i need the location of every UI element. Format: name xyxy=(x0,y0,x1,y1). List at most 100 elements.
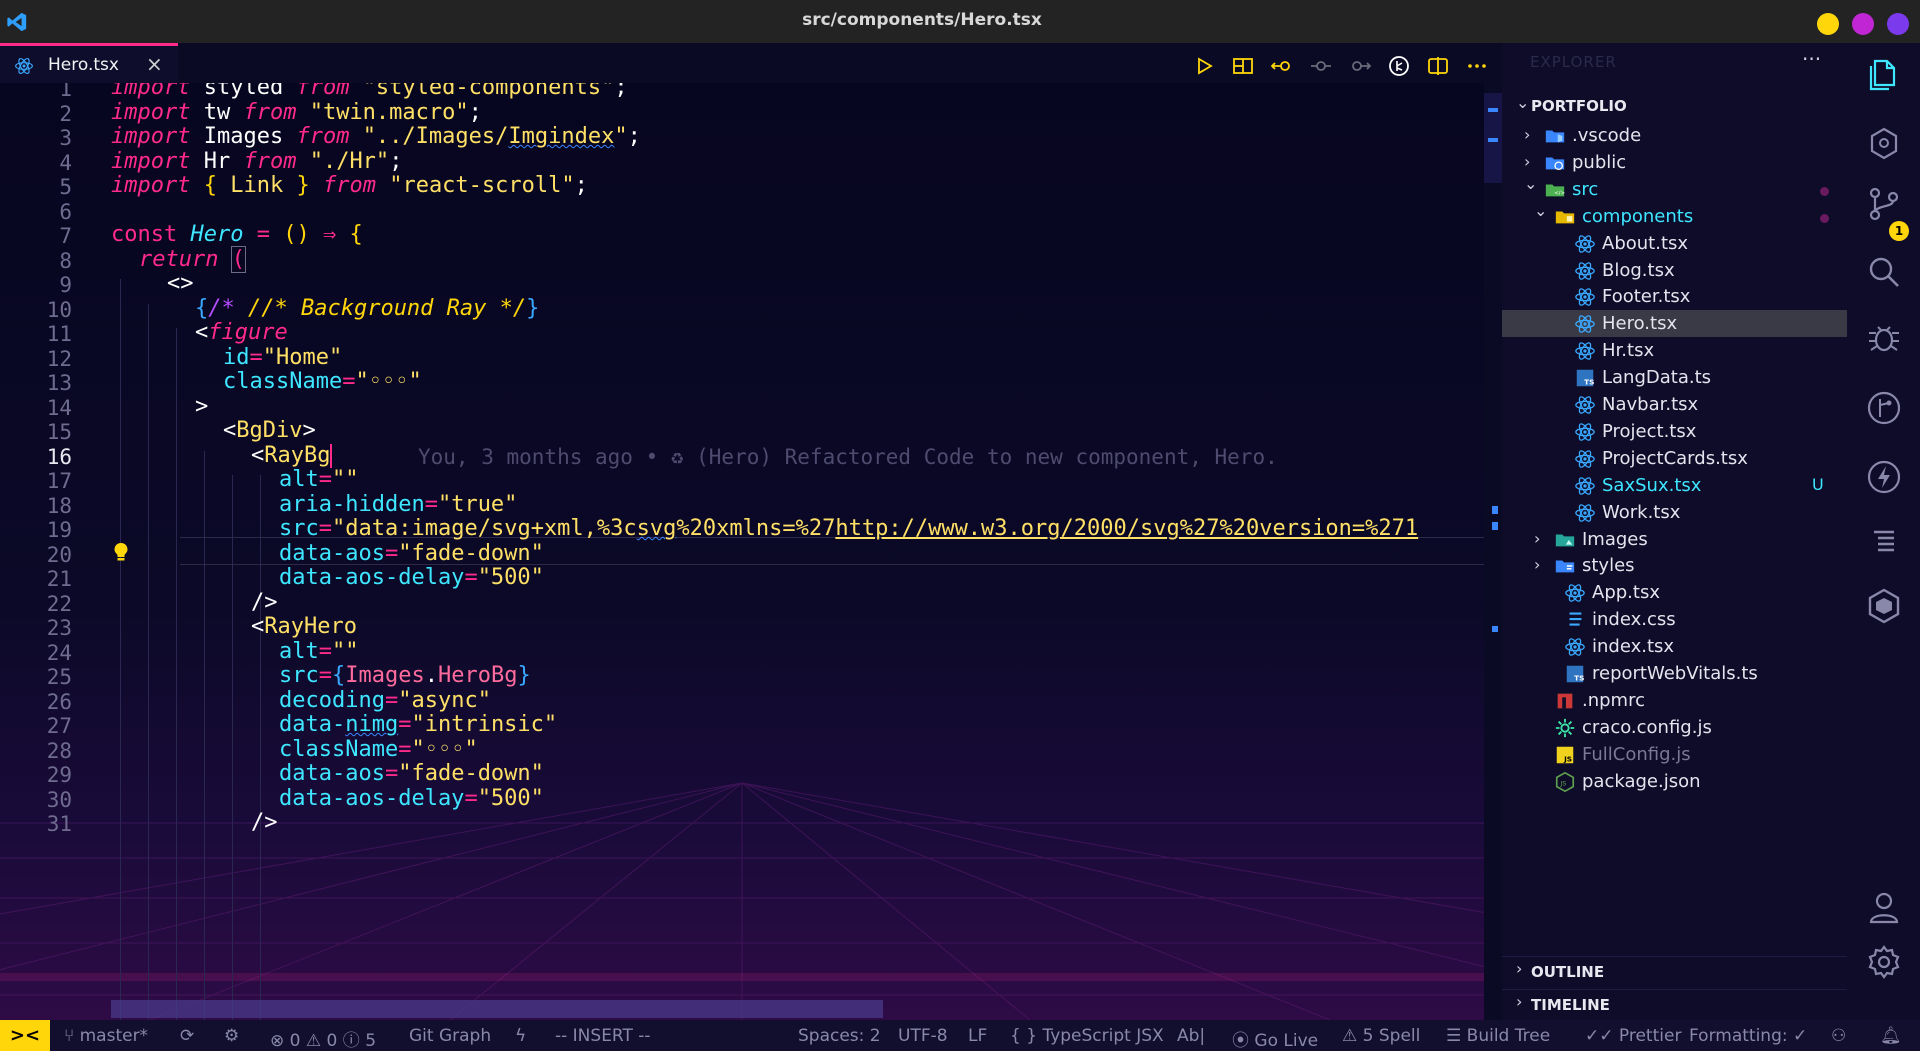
code-line-27: data-nimg="intrinsic" xyxy=(279,712,557,737)
search-icon[interactable] xyxy=(1865,253,1903,291)
section-timeline[interactable]: › TIMELINE xyxy=(1502,989,1847,1020)
tree-file[interactable]: .npmrc xyxy=(1502,687,1847,714)
tree-file[interactable]: Hero.tsx xyxy=(1502,310,1847,338)
timeline-icon[interactable] xyxy=(1387,54,1411,78)
tree-file[interactable]: Work.tsx xyxy=(1502,499,1847,526)
explorer-sidebar: EXPLORER ··· ⌄ PORTFOLIO › .vscode › public… xyxy=(1502,43,1847,1020)
tree-file[interactable]: index.tsx xyxy=(1502,633,1847,660)
line-number: 20 xyxy=(46,542,72,567)
formatting-status[interactable]: Formatting: ✓ xyxy=(1689,1026,1807,1046)
lightning-icon[interactable] xyxy=(1865,458,1903,496)
tree-file[interactable]: TS reportWebVitals.ts xyxy=(1502,660,1847,687)
tree-file[interactable]: Footer.tsx xyxy=(1502,283,1847,310)
window-minimize-button[interactable] xyxy=(1817,13,1839,35)
tree-file[interactable]: Navbar.tsx xyxy=(1502,391,1847,418)
token: { xyxy=(332,663,346,688)
section-portfolio[interactable]: ⌄ PORTFOLIO xyxy=(1502,91,1847,121)
spell-status[interactable]: ⚠ 5 Spell xyxy=(1342,1026,1420,1046)
sync-icon[interactable]: ⟳ xyxy=(180,1026,194,1046)
go-live-button[interactable]: ⦿ Go Live xyxy=(1232,1026,1318,1051)
error-count: 0 xyxy=(289,1031,301,1051)
tree-folder[interactable]: ⌄ components xyxy=(1502,201,1847,230)
lightning-status-icon[interactable]: ϟ xyxy=(515,1026,526,1046)
line-number: 17 xyxy=(46,469,72,493)
tree-file[interactable]: craco.config.js xyxy=(1502,714,1847,741)
more-actions-icon[interactable]: ··· xyxy=(1802,47,1821,71)
styles-folder-icon xyxy=(1554,555,1576,577)
run-icon[interactable] xyxy=(1192,54,1216,78)
tree-file[interactable]: TS LangData.ts xyxy=(1502,364,1847,391)
remote-indicator[interactable]: >< xyxy=(0,1020,50,1051)
encoding-status[interactable]: UTF-8 xyxy=(898,1026,948,1046)
public-folder-icon xyxy=(1544,152,1566,174)
tree-folder[interactable]: › styles xyxy=(1502,552,1847,579)
go-forward-icon[interactable] xyxy=(1348,54,1372,78)
indentation-status[interactable]: Spaces: 2 xyxy=(798,1026,881,1046)
build-tree-button[interactable]: ☰ Build Tree xyxy=(1446,1026,1550,1046)
horizontal-scrollbar[interactable] xyxy=(111,1000,883,1018)
git-graph-status[interactable]: Git Graph xyxy=(409,1026,491,1046)
tree-file[interactable]: SaxSux.tsx U xyxy=(1502,472,1847,499)
language-status[interactable]: { } TypeScript JSX xyxy=(1010,1026,1164,1046)
split-editor-icon[interactable] xyxy=(1426,54,1450,78)
split-layout-icon[interactable] xyxy=(1231,54,1255,78)
code-line-22: /> xyxy=(251,590,278,615)
components-folder-icon xyxy=(1554,206,1576,228)
section-outline[interactable]: › OUTLINE xyxy=(1502,956,1847,987)
tree-file[interactable]: About.tsx xyxy=(1502,230,1847,257)
tree-file[interactable]: Project.tsx xyxy=(1502,418,1847,445)
account-icon[interactable] xyxy=(1865,888,1903,926)
code-editor[interactable]: 1 2 3 4 5 6 7 8 9 10 11 12 13 14 15 16 17 18 19 20 21 22 23 24 2… xyxy=(0,83,1484,1020)
token: " xyxy=(614,124,628,149)
tree-folder[interactable]: › public xyxy=(1502,149,1847,176)
tree-file[interactable]: index.css xyxy=(1502,606,1847,633)
tree-folder[interactable]: › .vscode xyxy=(1502,122,1847,149)
code-line-2: import tw from "twin.macro"; xyxy=(111,100,482,125)
bell-icon[interactable]: 🔔︎ xyxy=(1880,1026,1902,1046)
tree-file[interactable]: JS FullConfig.js xyxy=(1502,741,1847,768)
chevron-down-icon: ⌄ xyxy=(1524,173,1538,193)
token: "data:image/ xyxy=(332,516,491,541)
tree-file[interactable]: Hr.tsx xyxy=(1502,337,1847,364)
tree-folder[interactable]: › Images xyxy=(1502,526,1847,553)
close-icon[interactable]: × xyxy=(146,52,163,76)
tree-file[interactable]: ProjectCards.tsx xyxy=(1502,445,1847,472)
extensions-icon[interactable] xyxy=(1865,125,1903,163)
problems-status[interactable]: ⊗ 0 ⚠ 0 ⓘ 5 xyxy=(270,1026,376,1051)
settings-gear-icon[interactable] xyxy=(1865,943,1903,981)
branch-status[interactable]: ⑂ master* xyxy=(64,1026,148,1046)
tree-file[interactable]: Blog.tsx xyxy=(1502,257,1847,284)
feedback-icon[interactable]: ⚇ xyxy=(1831,1026,1846,1046)
tree-file[interactable]: App.tsx xyxy=(1502,579,1847,606)
typescript-icon: TS xyxy=(1564,663,1586,685)
spell-toggle[interactable]: Ab| xyxy=(1177,1026,1205,1046)
go-back-icon[interactable] xyxy=(1270,54,1294,78)
tab-hero-tsx[interactable]: Hero.tsx × xyxy=(0,43,178,83)
source-control-icon[interactable] xyxy=(1865,185,1903,223)
outline-list-icon[interactable] xyxy=(1865,523,1903,561)
line-number: 31 xyxy=(46,812,72,836)
code-line-8: return ( xyxy=(139,246,247,273)
commit-icon[interactable] xyxy=(1309,54,1333,78)
explorer-icon[interactable] xyxy=(1865,55,1903,93)
token: import xyxy=(111,83,191,100)
window-close-button[interactable] xyxy=(1887,13,1909,35)
tree-file[interactable]: JS package.json xyxy=(1502,768,1847,795)
cubes-icon[interactable] xyxy=(1865,587,1903,625)
window-maximize-button[interactable] xyxy=(1852,13,1874,35)
lightbulb-icon[interactable] xyxy=(113,542,129,567)
chevron-down-icon: ⌄ xyxy=(1516,93,1530,112)
eol-status[interactable]: LF xyxy=(968,1026,987,1046)
git-graph-icon[interactable] xyxy=(1865,389,1903,427)
token: "../Images/ xyxy=(362,124,509,149)
debug-icon[interactable] xyxy=(1865,319,1903,357)
prettier-status[interactable]: ✓✓ Prettier xyxy=(1585,1026,1681,1046)
vertical-scrollbar[interactable] xyxy=(1484,83,1502,1020)
more-actions-icon[interactable] xyxy=(1465,54,1489,78)
tree-folder[interactable]: ⌄ </> src xyxy=(1502,173,1847,203)
github-icon[interactable]: ⚙ xyxy=(224,1026,239,1046)
token: } xyxy=(517,663,531,688)
code-line-5: import { Link } from "react-scroll"; xyxy=(111,173,588,198)
token[interactable]: http://www.w3.org/2000/svg%27%20version=… xyxy=(835,516,1418,541)
